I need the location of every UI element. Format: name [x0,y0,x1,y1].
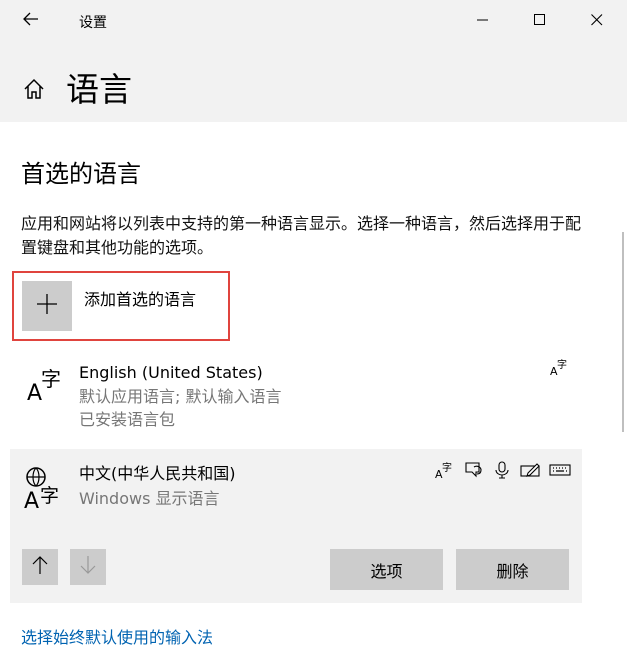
maximize-button[interactable] [517,0,563,40]
move-down-button[interactable] [70,549,106,585]
maximize-icon [534,11,546,30]
arrow-up-icon [31,555,49,579]
arrow-down-icon [79,555,97,579]
plus-icon [36,293,58,319]
back-arrow-icon [23,11,39,30]
language-name[interactable]: 中文(中华人民共和国) [79,463,236,485]
language-status: Windows 显示语言 [79,489,220,508]
language-icon: A 字 [27,366,65,406]
close-icon [591,11,603,30]
microphone-icon [492,460,512,484]
add-language-label[interactable]: 添加首选的语言 [84,286,196,310]
speech-bubble-display-icon [463,460,485,484]
move-up-button[interactable] [22,549,58,585]
handwriting-icon [520,460,542,484]
display-language-icon: A 字 [24,466,68,514]
keyboard-icon [549,460,571,484]
close-button[interactable] [574,0,620,40]
language-pack-icon: A 字 [434,460,454,484]
svg-text:字: 字 [557,358,567,371]
remove-button[interactable]: 删除 [456,549,569,590]
language-status: 默认应用语言; 默认输入语言 [79,387,282,406]
scrollbar[interactable] [622,232,624,432]
svg-text:字: 字 [40,485,59,507]
svg-text:字: 字 [442,461,452,474]
minimize-button[interactable] [460,0,506,40]
back-button[interactable] [8,0,54,40]
home-icon [23,78,45,104]
section-title: 首选的语言 [21,160,141,188]
section-description: 应用和网站将以列表中支持的第一种语言显示。选择一种语言，然后选择用于配置键盘和其… [21,214,582,257]
minimize-icon [477,11,489,30]
default-input-method-link[interactable]: 选择始终默认使用的输入法 [21,624,213,648]
svg-text:字: 字 [41,367,61,391]
language-pack-icon: A 字 [549,357,569,381]
language-pack-status: 已安装语言包 [79,410,176,429]
app-title: 设置 [79,15,107,31]
language-name[interactable]: English (United States) [79,362,263,384]
options-button[interactable]: 选项 [330,549,443,590]
svg-text:A: A [27,381,42,402]
svg-text:A: A [24,489,39,510]
add-language-button[interactable] [22,281,72,331]
page-title: 语言 [66,70,132,109]
home-button[interactable] [16,71,52,111]
